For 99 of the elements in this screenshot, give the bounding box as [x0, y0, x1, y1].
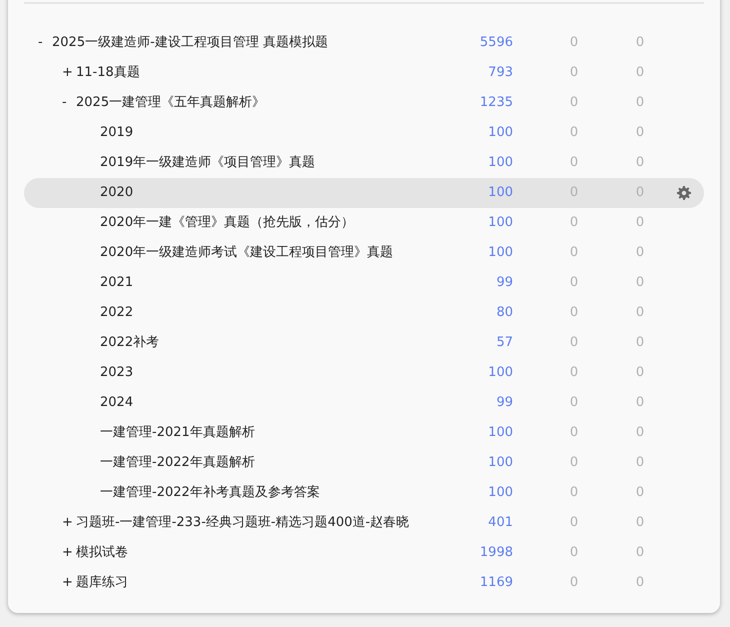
count-text: 0 [634, 364, 646, 382]
count-text: 57 [495, 334, 513, 352]
node-label: 一建管理-2022年补考真题及参考答案 [100, 484, 320, 502]
count-text: 0 [634, 424, 646, 442]
node-label: 题库练习 [76, 574, 128, 592]
node-label: 2022 [100, 304, 134, 322]
node-label: 一建管理-2021年真题解析 [100, 424, 255, 442]
count-text: 80 [495, 304, 513, 322]
tree-row[interactable]: 2022补考 57 0 0 [24, 328, 704, 358]
tree-row[interactable]: 2020年一级建造师考试《建设工程项目管理》真题 100 0 0 [24, 238, 704, 268]
node-label: 习题班-一建管理-233-经典习题班-精选习题400道-赵春晓 [76, 514, 410, 532]
tree-row[interactable]: + 题库练习 1169 0 0 [24, 568, 704, 598]
node-label: 2022补考 [100, 334, 160, 352]
count-text: 100 [487, 484, 513, 502]
node-label: 2025一级建造师-建设工程项目管理 真题模拟题 [52, 34, 328, 52]
count-text: 0 [634, 334, 646, 352]
count-text: 0 [568, 154, 580, 172]
node-label: 2019 [100, 124, 134, 142]
count-text: 0 [568, 64, 580, 82]
toggle-icon[interactable]: + [62, 545, 73, 560]
node-label: 2021 [100, 274, 134, 292]
tree-row[interactable]: 一建管理-2021年真题解析 100 0 0 [24, 418, 704, 448]
count-text: 0 [568, 244, 580, 262]
count-text: 0 [568, 94, 580, 112]
count-text: 0 [634, 574, 646, 592]
toggle-icon[interactable]: + [62, 515, 73, 530]
tree-row[interactable]: + 模拟试卷 1998 0 0 [24, 538, 704, 568]
count-text: 100 [487, 424, 513, 442]
tree-row[interactable]: + 11-18真题 793 0 0 [24, 58, 704, 88]
node-label: 2024 [100, 394, 134, 412]
toggle-icon[interactable]: - [38, 35, 43, 50]
node-label: 11-18真题 [76, 64, 140, 82]
count-text: 100 [487, 454, 513, 472]
count-text: 0 [568, 574, 580, 592]
count-text: 0 [634, 214, 646, 232]
count-text: 100 [487, 244, 513, 262]
count-text: 0 [634, 544, 646, 562]
count-text: 0 [634, 244, 646, 262]
count-text: 99 [495, 274, 513, 292]
count-text: 793 [487, 64, 513, 82]
tree-row[interactable]: - 2025一级建造师-建设工程项目管理 真题模拟题 5596 0 0 [24, 28, 704, 58]
node-label: 2023 [100, 364, 134, 382]
tree-row[interactable]: + 习题班-一建管理-233-经典习题班-精选习题400道-赵春晓 401 0 0 [24, 508, 704, 538]
count-text: 0 [634, 124, 646, 142]
node-label: 一建管理-2022年真题解析 [100, 454, 255, 472]
tree-row[interactable]: 2020年一建《管理》真题（抢先版，估分） 100 0 0 [24, 208, 704, 238]
count-text: 0 [634, 274, 646, 292]
count-text: 401 [487, 514, 513, 532]
count-text: 100 [487, 154, 513, 172]
tree-row[interactable]: 一建管理-2022年补考真题及参考答案 100 0 0 [24, 478, 704, 508]
count-text: 0 [634, 304, 646, 322]
toggle-icon[interactable]: + [62, 575, 73, 590]
count-text: 0 [634, 454, 646, 472]
node-label: 2020年一建《管理》真题（抢先版，估分） [100, 214, 354, 232]
count-text: 0 [634, 94, 646, 112]
node-label: 2025一建管理《五年真题解析》 [76, 94, 266, 112]
count-text: 0 [568, 304, 580, 322]
count-text: 0 [568, 454, 580, 472]
count-text: 100 [487, 214, 513, 232]
count-text: 0 [568, 484, 580, 502]
count-text: 5596 [478, 34, 513, 52]
count-text: 0 [568, 34, 580, 52]
tree-row[interactable]: - 2025一建管理《五年真题解析》 1235 0 0 [24, 88, 704, 118]
count-text: 0 [568, 364, 580, 382]
count-text: 0 [634, 394, 646, 412]
node-label: 2020 [100, 184, 134, 202]
count-text: 0 [634, 34, 646, 52]
count-text: 0 [568, 334, 580, 352]
tree-row[interactable]: 2024 99 0 0 [24, 388, 704, 418]
node-label: 2020年一级建造师考试《建设工程项目管理》真题 [100, 244, 394, 262]
count-text: 0 [634, 484, 646, 502]
count-text: 1169 [478, 574, 513, 592]
count-text: 100 [487, 364, 513, 382]
tree-row[interactable]: 一建管理-2022年真题解析 100 0 0 [24, 448, 704, 478]
count-text: 100 [487, 184, 513, 202]
tree-row[interactable]: 2022 80 0 0 [24, 298, 704, 328]
node-label: 2019年一级建造师《项目管理》真题 [100, 154, 316, 172]
count-text: 0 [634, 154, 646, 172]
count-text: 0 [568, 214, 580, 232]
count-text: 0 [568, 124, 580, 142]
settings-icon[interactable] [677, 186, 691, 200]
tree-row[interactable]: 2019 100 0 0 [24, 118, 704, 148]
count-text: 1235 [478, 94, 513, 112]
count-text: 0 [568, 544, 580, 562]
count-text: 0 [634, 514, 646, 532]
count-text: 0 [568, 394, 580, 412]
count-text: 99 [495, 394, 513, 412]
count-text: 0 [568, 274, 580, 292]
count-text: 1998 [478, 544, 513, 562]
count-text: 0 [568, 424, 580, 442]
count-text: 100 [487, 124, 513, 142]
count-text: 0 [568, 514, 580, 532]
toggle-icon[interactable]: + [62, 65, 73, 80]
tree-row[interactable]: 2023 100 0 0 [24, 358, 704, 388]
tree-row[interactable]: 2021 99 0 0 [24, 268, 704, 298]
count-text: 0 [634, 64, 646, 82]
tree-row[interactable]: 2019年一级建造师《项目管理》真题 100 0 0 [24, 148, 704, 178]
node-label: 模拟试卷 [76, 544, 128, 562]
toggle-icon[interactable]: - [62, 95, 67, 110]
